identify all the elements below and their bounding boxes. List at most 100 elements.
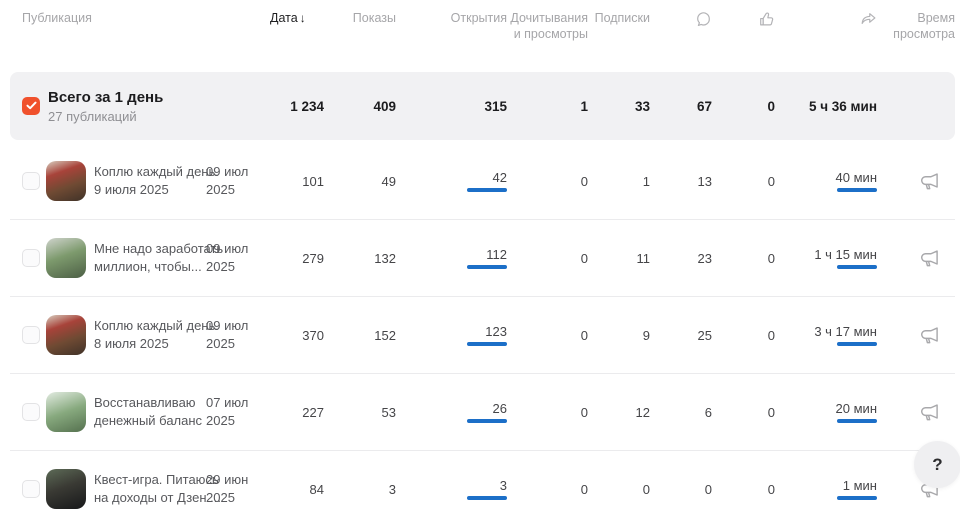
- publication-thumbnail[interactable]: [46, 238, 86, 278]
- likes-value: 23: [650, 251, 712, 266]
- shares-value: 0: [712, 482, 775, 497]
- view-time-value: 3 ч 17 мин: [814, 324, 877, 339]
- subscriptions-value: 0: [507, 482, 588, 497]
- column-date-label: Дата: [270, 11, 298, 25]
- publication-thumbnail[interactable]: [46, 469, 86, 509]
- comments-value: 12: [588, 405, 650, 420]
- column-shares[interactable]: [775, 10, 877, 28]
- publications-stats-table: Публикация Дата↓ Показы Открытия Дочитыв…: [0, 0, 960, 527]
- sort-desc-icon: ↓: [300, 11, 306, 25]
- table-row: Коплю каждый день. 9 июля 2025 09 июл 20…: [10, 143, 955, 219]
- reads-cell: 26: [396, 401, 507, 423]
- reads-progress-bar: [467, 419, 507, 423]
- impressions-value: 101: [270, 174, 324, 189]
- view-time-cell: 1 мин: [775, 478, 877, 500]
- like-icon: [758, 11, 775, 28]
- column-subscriptions[interactable]: Подписки: [588, 10, 650, 26]
- publication-thumbnail[interactable]: [46, 392, 86, 432]
- subscriptions-value: 0: [507, 251, 588, 266]
- share-icon: [860, 11, 877, 28]
- publication-date: 07 июл 2025: [206, 394, 270, 429]
- row-checkbox[interactable]: [22, 403, 40, 421]
- shares-value: 0: [712, 251, 775, 266]
- row-checkbox[interactable]: [22, 480, 40, 498]
- reads-value: 42: [493, 170, 507, 185]
- summary-view-time: 5 ч 36 мин: [775, 99, 877, 114]
- publication-title[interactable]: Мне надо заработать миллион, чтобы...: [94, 240, 206, 275]
- reads-value: 26: [493, 401, 507, 416]
- impressions-value: 84: [270, 482, 324, 497]
- check-icon: [26, 97, 37, 115]
- comments-value: 9: [588, 328, 650, 343]
- summary-title: Всего за 1 день: [48, 88, 270, 108]
- row-checkbox[interactable]: [22, 249, 40, 267]
- publication-date: 29 июн 2025: [206, 471, 270, 506]
- opens-value: 49: [324, 174, 396, 189]
- select-all-checkbox[interactable]: [22, 97, 40, 115]
- publication-date: 09 июл 2025: [206, 317, 270, 352]
- impressions-value: 370: [270, 328, 324, 343]
- view-time-cell: 40 мин: [775, 170, 877, 192]
- view-time-value: 1 ч 15 мин: [814, 247, 877, 262]
- shares-value: 0: [712, 174, 775, 189]
- shares-value: 0: [712, 328, 775, 343]
- row-checkbox[interactable]: [22, 172, 40, 190]
- comments-value: 0: [588, 482, 650, 497]
- row-checkbox[interactable]: [22, 326, 40, 344]
- table-row: Коплю каждый день. 8 июля 2025 09 июл 20…: [10, 296, 955, 373]
- summary-row: Всего за 1 день 27 публикаций 1 234 409 …: [10, 72, 955, 140]
- summary-subscriptions: 1: [507, 99, 588, 114]
- view-time-cell: 20 мин: [775, 401, 877, 423]
- column-date[interactable]: Дата↓: [270, 10, 324, 27]
- publication-title[interactable]: Коплю каждый день. 9 июля 2025: [94, 163, 206, 198]
- view-time-value: 20 мин: [836, 401, 877, 416]
- column-comments[interactable]: [650, 10, 712, 28]
- summary-comments: 33: [588, 99, 650, 114]
- reads-value: 3: [500, 478, 507, 493]
- promote-megaphone-button[interactable]: [919, 403, 940, 422]
- opens-value: 3: [324, 482, 396, 497]
- comments-value: 1: [588, 174, 650, 189]
- view-time-progress-bar: [837, 342, 877, 346]
- subscriptions-value: 0: [507, 405, 588, 420]
- promote-megaphone-button[interactable]: [919, 172, 940, 191]
- reads-progress-bar: [467, 265, 507, 269]
- comment-icon: [695, 11, 712, 28]
- promote-megaphone-button[interactable]: [919, 249, 940, 268]
- column-opens[interactable]: Открытия: [396, 10, 507, 26]
- subscriptions-value: 0: [507, 174, 588, 189]
- publication-date: 09 июл 2025: [206, 163, 270, 198]
- publication-title[interactable]: Квест-игра. Питаюсь на доходы от Дзен ..…: [94, 471, 206, 506]
- reads-value: 112: [486, 247, 507, 262]
- publication-thumbnail[interactable]: [46, 315, 86, 355]
- opens-value: 53: [324, 405, 396, 420]
- summary-shares: 0: [712, 99, 775, 114]
- view-time-cell: 1 ч 15 мин: [775, 247, 877, 269]
- column-impressions[interactable]: Показы: [324, 10, 396, 26]
- reads-cell: 112: [396, 247, 507, 269]
- table-row: Квест-игра. Питаюсь на доходы от Дзен ..…: [10, 450, 955, 527]
- subscriptions-value: 0: [507, 328, 588, 343]
- column-view-time[interactable]: Время просмотра: [877, 10, 955, 43]
- view-time-value: 1 мин: [843, 478, 877, 493]
- table-row: Мне надо заработать миллион, чтобы... 09…: [10, 219, 955, 296]
- publication-title[interactable]: Коплю каждый день. 8 июля 2025: [94, 317, 206, 352]
- reads-cell: 3: [396, 478, 507, 500]
- view-time-progress-bar: [837, 496, 877, 500]
- summary-impressions: 1 234: [270, 99, 324, 114]
- shares-value: 0: [712, 405, 775, 420]
- column-publication[interactable]: Публикация: [10, 10, 270, 26]
- table-row: Восстанавливаю денежный баланс 07 июл 20…: [10, 373, 955, 450]
- publication-title[interactable]: Восстанавливаю денежный баланс: [94, 394, 206, 429]
- summary-publications-count: 27 публикаций: [48, 109, 270, 124]
- publication-thumbnail[interactable]: [46, 161, 86, 201]
- column-likes[interactable]: [712, 10, 775, 28]
- impressions-value: 227: [270, 405, 324, 420]
- summary-opens: 409: [324, 99, 396, 114]
- column-reads[interactable]: Дочитывания и просмотры: [507, 10, 588, 43]
- opens-value: 152: [324, 328, 396, 343]
- help-button[interactable]: ?: [914, 441, 960, 488]
- reads-progress-bar: [467, 496, 507, 500]
- promote-megaphone-button[interactable]: [919, 326, 940, 345]
- summary-reads: 315: [396, 99, 507, 114]
